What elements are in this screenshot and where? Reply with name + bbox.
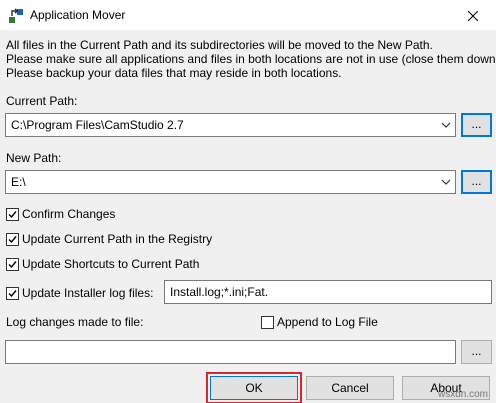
installer-log-files-input[interactable]: Install.log;*.ini;Fat. [164,280,492,304]
update-shortcuts-label: Update Shortcuts to Current Path [22,257,200,271]
log-changes-label: Log changes made to file: [6,315,144,329]
window-title: Application Mover [30,8,126,22]
checkmark-icon [8,235,17,243]
installer-log-files-value: Install.log;*.ini;Fat. [170,285,269,299]
application-mover-icon [9,8,23,23]
current-path-value: C:\Program Files\CamStudio 2.7 [11,118,184,132]
chevron-down-icon[interactable] [441,120,451,130]
checkmark-icon [8,260,17,268]
update-installer-logs-label: Update Installer log files: [22,286,154,300]
checkbox-box[interactable] [6,286,19,300]
new-path-browse-button[interactable]: ... [461,170,492,194]
new-path-value: E:\ [11,175,26,189]
checkmark-icon [8,210,17,218]
checkbox-box[interactable] [6,257,19,271]
close-icon [468,10,478,21]
update-shortcuts-checkbox[interactable]: Update Shortcuts to Current Path [6,256,199,272]
current-path-browse-button[interactable]: ... [461,113,492,137]
title-bar: Application Mover [0,0,496,31]
update-registry-label: Update Current Path in the Registry [22,232,213,246]
update-installer-logs-checkbox[interactable]: Update Installer log files: [6,285,153,301]
cancel-button[interactable]: Cancel [306,376,394,400]
checkbox-box[interactable] [6,207,19,221]
description-line-2: Please make sure all applications and fi… [6,52,496,66]
checkbox-box[interactable] [261,315,274,329]
current-path-combobox[interactable]: C:\Program Files\CamStudio 2.7 [5,113,456,137]
new-path-label: New Path: [6,151,62,165]
checkbox-box[interactable] [6,232,19,246]
new-path-combobox[interactable]: E:\ [5,170,456,194]
ok-button-highlight [206,372,302,403]
close-button[interactable] [450,0,496,31]
description-line-1: All files in the Current Path and its su… [6,38,433,52]
log-file-input[interactable] [5,340,456,364]
checkmark-icon [8,289,17,297]
log-file-browse-button[interactable]: ... [461,340,492,364]
description-line-3: Please backup your data files that may r… [6,66,342,80]
watermark-text: wsxdn.com [438,389,489,400]
append-to-log-checkbox[interactable]: Append to Log File [261,314,378,330]
confirm-changes-label: Confirm Changes [22,207,116,221]
dialog-body: All files in the Current Path and its su… [0,31,496,403]
current-path-label: Current Path: [6,94,78,108]
append-to-log-label: Append to Log File [277,315,378,329]
confirm-changes-checkbox[interactable]: Confirm Changes [6,206,115,222]
update-registry-checkbox[interactable]: Update Current Path in the Registry [6,231,212,247]
chevron-down-icon[interactable] [441,177,451,187]
